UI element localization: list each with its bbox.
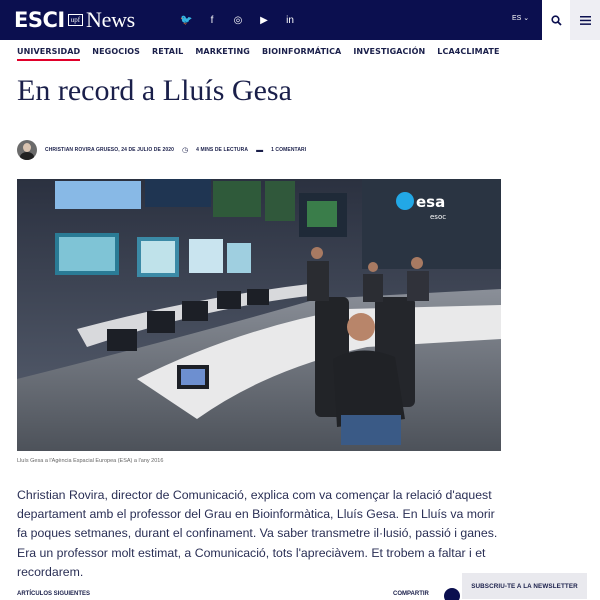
hamburger-icon bbox=[579, 15, 591, 25]
article-photo: esa esoc bbox=[17, 179, 501, 451]
nav-item-universidad[interactable]: UNIVERSIDAD bbox=[17, 47, 81, 61]
read-time: 4 MINS DE LECTURA bbox=[196, 147, 249, 153]
site-logo[interactable]: ESCI upf News bbox=[0, 0, 168, 40]
author-date[interactable]: CHRISTIAN ROVIRA GRUESO, 24 DE JULIO DE … bbox=[45, 147, 174, 153]
social-links: 🐦 f ◎ ▶ in bbox=[168, 0, 542, 40]
logo-upf: upf bbox=[67, 14, 84, 26]
nav-item-lca4climate[interactable]: LCA4CLIMATE bbox=[437, 47, 499, 61]
top-header: ESCI upf News 🐦 f ◎ ▶ in ES ⌄ bbox=[0, 0, 600, 40]
author-avatar[interactable] bbox=[17, 140, 37, 160]
nav-item-marketing[interactable]: MARKETING bbox=[195, 47, 250, 61]
clock-icon: ◷ bbox=[181, 147, 189, 154]
menu-button[interactable] bbox=[570, 0, 600, 40]
linkedin-icon[interactable]: in bbox=[284, 15, 296, 26]
language-selector[interactable]: ES ⌄ bbox=[512, 14, 529, 22]
control-room-image: esa esoc bbox=[17, 179, 501, 451]
nav-item-negocios[interactable]: NEGOCIOS bbox=[92, 47, 140, 61]
esoc-text: esoc bbox=[430, 213, 446, 221]
article-body: Christian Rovira, director de Comunicaci… bbox=[17, 488, 498, 579]
photo-caption: Lluís Gesa a l'Agència Espacial Europea … bbox=[17, 458, 164, 464]
category-nav: UNIVERSIDAD NEGOCIOS RETAIL MARKETING BI… bbox=[17, 47, 500, 61]
nav-item-retail[interactable]: RETAIL bbox=[152, 47, 183, 61]
nav-item-bioinformatica[interactable]: BIOINFORMÁTICA bbox=[262, 47, 341, 61]
page-title: En record a Lluís Gesa bbox=[17, 74, 292, 107]
instagram-icon[interactable]: ◎ bbox=[232, 15, 244, 26]
newsletter-button[interactable]: SUBSCRIU-TE A LA NEWSLETTER bbox=[462, 573, 587, 599]
esa-logo-text: esa bbox=[416, 193, 445, 211]
nav-item-investigacion[interactable]: INVESTIGACIÓN bbox=[353, 47, 425, 61]
comment-icon: ▬ bbox=[256, 146, 264, 154]
share-label: COMPARTIR bbox=[393, 591, 429, 597]
comments-count[interactable]: 1 COMENTARI bbox=[271, 147, 306, 153]
search-button[interactable] bbox=[542, 0, 570, 40]
youtube-icon[interactable]: ▶ bbox=[258, 15, 270, 26]
twitter-icon[interactable]: 🐦 bbox=[180, 15, 192, 26]
search-icon bbox=[550, 14, 562, 26]
article-meta: CHRISTIAN ROVIRA GRUESO, 24 DE JULIO DE … bbox=[17, 140, 306, 160]
facebook-icon[interactable]: f bbox=[206, 15, 218, 26]
logo-esci: ESCI bbox=[14, 8, 65, 32]
next-articles-label[interactable]: ARTÍCULOS SIGUIENTES bbox=[17, 591, 90, 597]
logo-news: News bbox=[86, 7, 135, 32]
share-icon[interactable] bbox=[444, 588, 460, 600]
